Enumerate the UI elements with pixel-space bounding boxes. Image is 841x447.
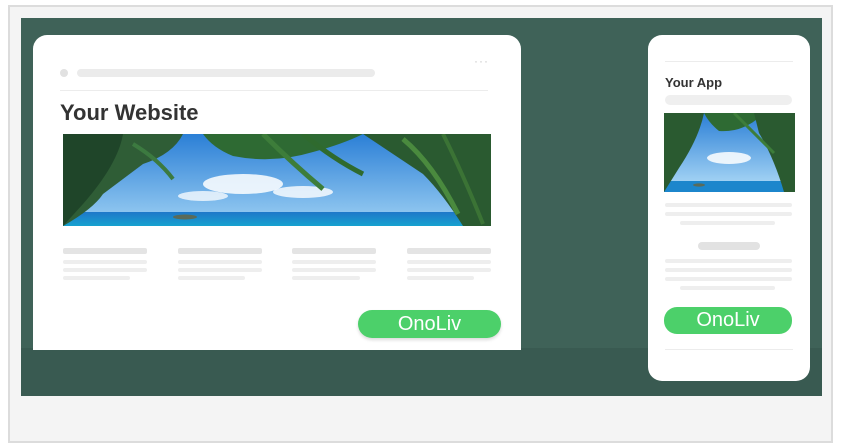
mobile-search-placeholder — [665, 95, 792, 105]
mobile-text-block — [665, 203, 792, 230]
mobile-top-divider — [665, 61, 793, 62]
desktop-hero-image — [63, 134, 491, 226]
mobile-preview-card: Your App OnoLiv — [648, 35, 810, 381]
content-columns — [63, 248, 491, 284]
mobile-bottom-divider — [665, 349, 793, 350]
content-column — [63, 248, 147, 284]
address-bar-placeholder — [77, 69, 375, 77]
content-column — [406, 248, 491, 284]
desktop-title: Your Website — [60, 100, 199, 125]
mobile-hero-image — [664, 113, 795, 192]
mobile-title: Your App — [665, 75, 723, 90]
more-dots-icon[interactable]: ··· — [474, 55, 489, 67]
content-column — [292, 248, 377, 284]
beach-scene-icon — [63, 134, 491, 226]
header-divider — [60, 90, 488, 91]
mobile-text-block — [665, 259, 792, 295]
content-column — [177, 248, 262, 284]
desktop-preview-card: ··· Your Website OnoLiv — [33, 35, 521, 350]
desktop-onoliv-button[interactable]: OnoLiv — [358, 310, 501, 338]
mobile-onoliv-button[interactable]: OnoLiv — [664, 307, 792, 334]
beach-scene-icon — [664, 113, 795, 192]
browser-dot-icon — [60, 69, 68, 77]
mobile-subheading-placeholder — [698, 242, 760, 250]
